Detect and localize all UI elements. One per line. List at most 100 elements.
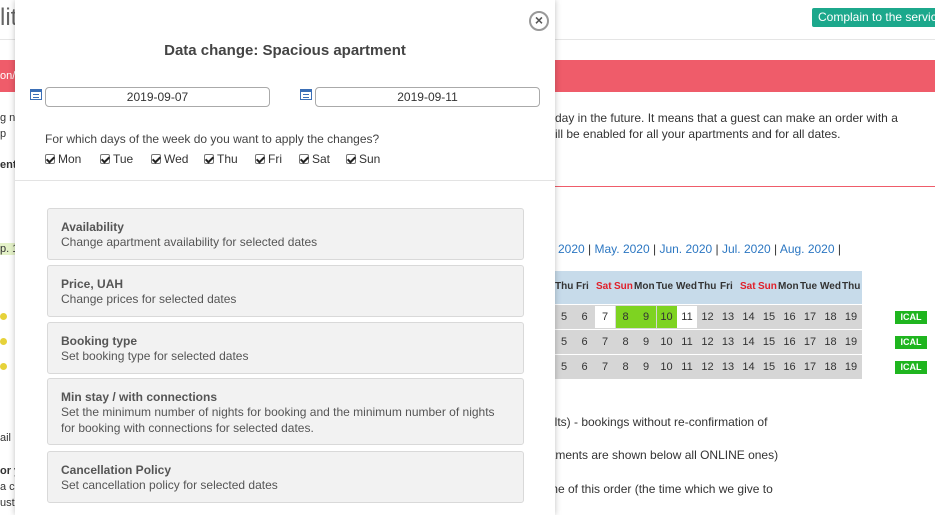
calendar-cell[interactable]: 7 [595,331,615,353]
weekday-checkbox-thu[interactable]: Thu [204,152,238,166]
weekday-checkbox-wed[interactable]: Wed [151,152,188,166]
calendar-cell[interactable]: 19 [841,331,861,353]
calendar-cell[interactable]: 6 [575,306,595,328]
calendar-icon[interactable] [300,89,312,100]
info-line: day in the future. It means that a guest… [555,111,898,125]
weekday-checkbox-sun[interactable]: Sun [346,152,380,166]
calendar-cell[interactable]: 10 [657,356,677,378]
calendar-cell[interactable]: 13 [718,356,738,378]
calendar-cell[interactable]: 14 [739,331,759,353]
ical-button[interactable]: ICAL [895,361,927,374]
checkbox-checked-icon[interactable] [45,154,55,164]
calendar-cell[interactable]: 19 [841,356,861,378]
checkbox-checked-icon[interactable] [151,154,161,164]
date-from-input[interactable] [45,87,270,107]
calendar-cell[interactable]: 13 [718,331,738,353]
calendar-cell[interactable]: 9 [636,331,656,353]
note-text: rtments are shown below all ONLINE ones) [548,448,779,462]
calendar-cell[interactable]: 16 [780,306,800,328]
calendar-cell[interactable]: 8 [616,331,636,353]
calendar-cell[interactable]: 12 [698,331,718,353]
weekday-checkbox-sat[interactable]: Sat [299,152,330,166]
ical-button[interactable]: ICAL [895,311,927,324]
left-text-fragment: a c [0,481,15,493]
calendar-cell[interactable]: 14 [739,306,759,328]
calendar-cell[interactable]: 8 [615,306,636,328]
status-dot-icon [0,363,7,370]
option-title: Availability [61,220,124,234]
calendar-icon[interactable] [30,89,42,100]
status-dot-icon [0,338,7,345]
checkbox-checked-icon[interactable] [204,154,214,164]
month-link[interactable]: Jun. 2020 [659,242,712,256]
calendar-cell[interactable]: 7 [595,356,615,378]
weekday-checkbox-mon[interactable]: Mon [45,152,81,166]
option-title: Cancellation Policy [61,463,172,477]
calendar-cell[interactable]: 10 [656,306,677,328]
calendar-day-label: Sun [758,281,777,292]
data-change-modal: × Data change: Spacious apartment For wh… [15,0,555,515]
calendar-cell[interactable]: 18 [821,356,841,378]
calendar-cell[interactable]: 7 [595,306,615,328]
calendar-cell[interactable]: 17 [800,306,820,328]
ical-button[interactable]: ICAL [895,336,927,349]
calendar-cell[interactable]: 9 [636,356,656,378]
option-booking-type[interactable]: Booking type Set booking type for select… [47,322,524,374]
calendar-cell[interactable]: 8 [616,356,636,378]
calendar-cell[interactable]: 18 [821,331,841,353]
calendar-cell[interactable]: 15 [759,306,779,328]
calendar-cell[interactable]: 17 [800,356,820,378]
calendar-day-label: Tue [656,281,674,292]
calendar-cell[interactable]: 6 [575,331,595,353]
weekday-label: Thu [217,152,238,166]
calendar-cell[interactable]: 11 [677,331,697,353]
calendar-day-label: Mon [634,281,655,292]
checkbox-checked-icon[interactable] [346,154,356,164]
calendar-cell[interactable]: 12 [698,306,718,328]
calendar-cell[interactable]: 17 [800,331,820,353]
status-dot-icon [0,313,7,320]
checkbox-checked-icon[interactable] [100,154,110,164]
divider-line [555,186,935,187]
calendar-cell[interactable]: 16 [780,331,800,353]
complain-button[interactable]: Complain to the service [812,8,935,27]
calendar-cell[interactable]: 12 [698,356,718,378]
month-link[interactable]: May. 2020 [595,242,650,256]
calendar-cell[interactable]: 5 [554,356,574,378]
weekday-checkbox-tue[interactable]: Tue [100,152,133,166]
left-text-fragment: g n [0,112,16,124]
checkbox-checked-icon[interactable] [299,154,309,164]
close-icon[interactable]: × [529,11,549,31]
calendar-cell[interactable]: 11 [677,356,697,378]
info-text: day in the future. It means that a guest… [555,110,935,142]
weekday-label: Sat [312,152,331,166]
option-cancellation-policy[interactable]: Cancellation Policy Set cancellation pol… [47,451,524,503]
month-link[interactable]: Jul. 2020 [722,242,771,256]
calendar-cell[interactable]: 15 [759,356,779,378]
calendar-cell[interactable]: 19 [841,306,861,328]
date-to-input[interactable] [315,87,540,107]
calendar-cell[interactable]: 18 [821,306,841,328]
weekday-checkbox-fri[interactable]: Fri [255,152,282,166]
calendar-cell[interactable]: 10 [657,331,677,353]
weekday-question: For which days of the week do you want t… [45,132,380,146]
calendar-cell[interactable]: 15 [759,331,779,353]
calendar-cell[interactable]: 11 [677,306,697,328]
month-link[interactable]: Aug. 2020 [780,242,835,256]
option-price[interactable]: Price, UAH Change prices for selected da… [47,265,524,317]
checkbox-checked-icon[interactable] [255,154,265,164]
calendar-cell[interactable]: 5 [554,331,574,353]
option-min-stay[interactable]: Min stay / with connections Set the mini… [47,378,524,445]
weekday-label: Fri [268,152,282,166]
month-links: r. 2020 | May. 2020 | Jun. 2020 | Jul. 2… [548,242,841,256]
calendar-day-label: Thu [842,281,861,292]
left-text-fragment: p [0,128,7,140]
calendar-cell[interactable]: 9 [636,306,656,328]
calendar-cell[interactable]: 13 [718,306,738,328]
calendar-cell[interactable]: 5 [554,306,574,328]
option-availability[interactable]: Availability Change apartment availabili… [47,208,524,260]
calendar-cell[interactable]: 6 [575,356,595,378]
calendar-cell[interactable]: 16 [780,356,800,378]
calendar-cell[interactable]: 14 [739,356,759,378]
option-description: Set booking type for selected dates [61,349,249,363]
